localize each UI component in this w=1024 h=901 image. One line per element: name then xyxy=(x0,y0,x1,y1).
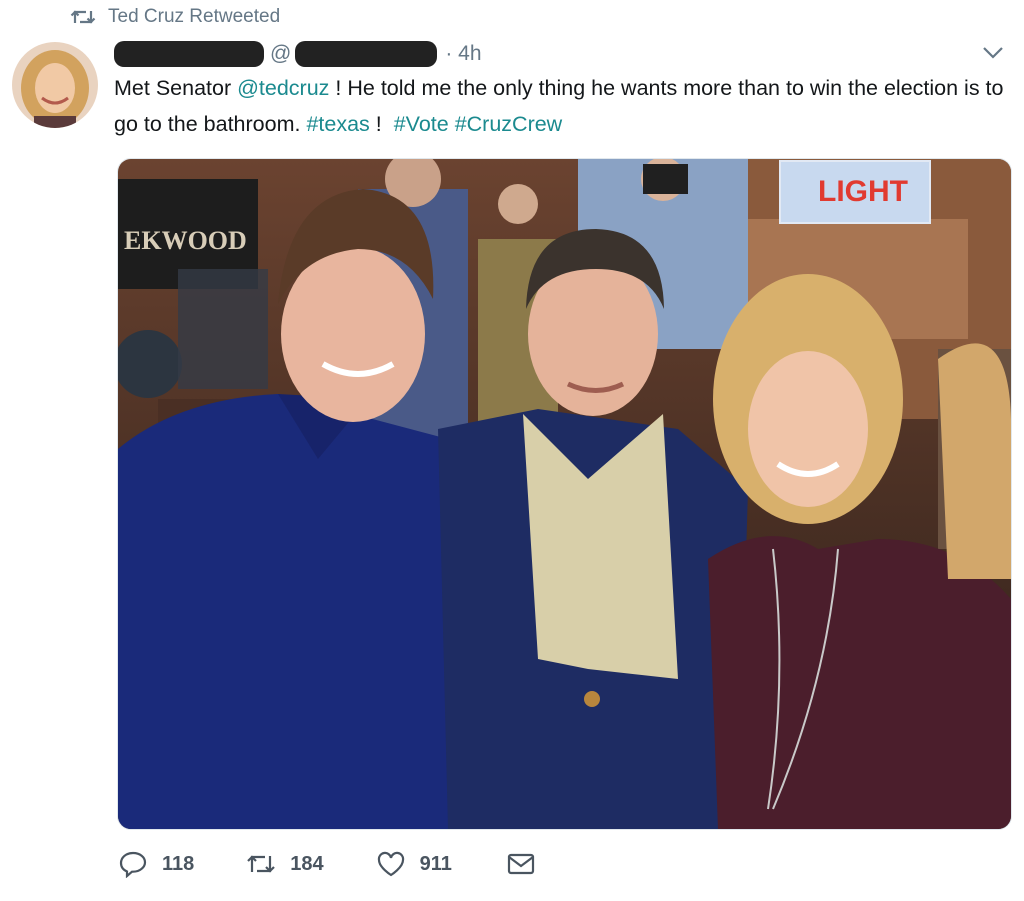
retweet-icon xyxy=(247,855,276,873)
text-plain: ! xyxy=(369,112,394,136)
retweet-icon xyxy=(70,10,96,24)
reply-icon xyxy=(119,851,147,878)
envelope-icon xyxy=(507,853,535,875)
stage-sign-text: EKWOOD xyxy=(124,226,247,255)
reply-button[interactable]: 118 xyxy=(118,850,194,878)
redacted-display-name xyxy=(114,41,264,67)
like-button[interactable]: 911 xyxy=(376,850,452,878)
tweet-text: Met Senator @tedcruz ! He told me the on… xyxy=(114,70,1009,142)
handle-at-sign: @ xyxy=(270,42,292,65)
neon-sign-text: LIGHT xyxy=(818,175,908,208)
heart-icon xyxy=(377,851,404,877)
redacted-handle xyxy=(295,41,438,67)
text-plain: Met Senator xyxy=(114,76,238,100)
retweet-count: 184 xyxy=(290,852,324,875)
photo-illustration: LIGHT EKWOOD xyxy=(118,159,1011,829)
avatar[interactable] xyxy=(12,42,98,128)
like-count: 911 xyxy=(419,852,452,875)
mention-link-tedcruz[interactable]: @tedcruz xyxy=(237,76,329,100)
tweet-photo[interactable]: LIGHT EKWOOD xyxy=(117,158,1012,830)
tweet-timestamp[interactable]: · 4h xyxy=(445,42,481,66)
reply-count: 118 xyxy=(162,852,195,875)
tweet-header: @ · 4h xyxy=(114,38,482,70)
retweet-button[interactable]: 184 xyxy=(246,850,324,878)
chevron-down-icon[interactable] xyxy=(982,46,1004,60)
tweet-actions: 118 184 911 xyxy=(118,850,536,878)
hashtag-link-cruzcrew[interactable]: #CruzCrew xyxy=(455,112,563,136)
hashtag-link-vote[interactable]: #Vote xyxy=(394,112,449,136)
avatar-photo xyxy=(12,42,98,128)
retweet-context[interactable]: Ted Cruz Retweeted xyxy=(70,6,280,28)
retweet-context-label: Ted Cruz Retweeted xyxy=(108,6,281,27)
hashtag-link-texas[interactable]: #texas xyxy=(306,112,369,136)
direct-message-button[interactable] xyxy=(506,850,536,878)
